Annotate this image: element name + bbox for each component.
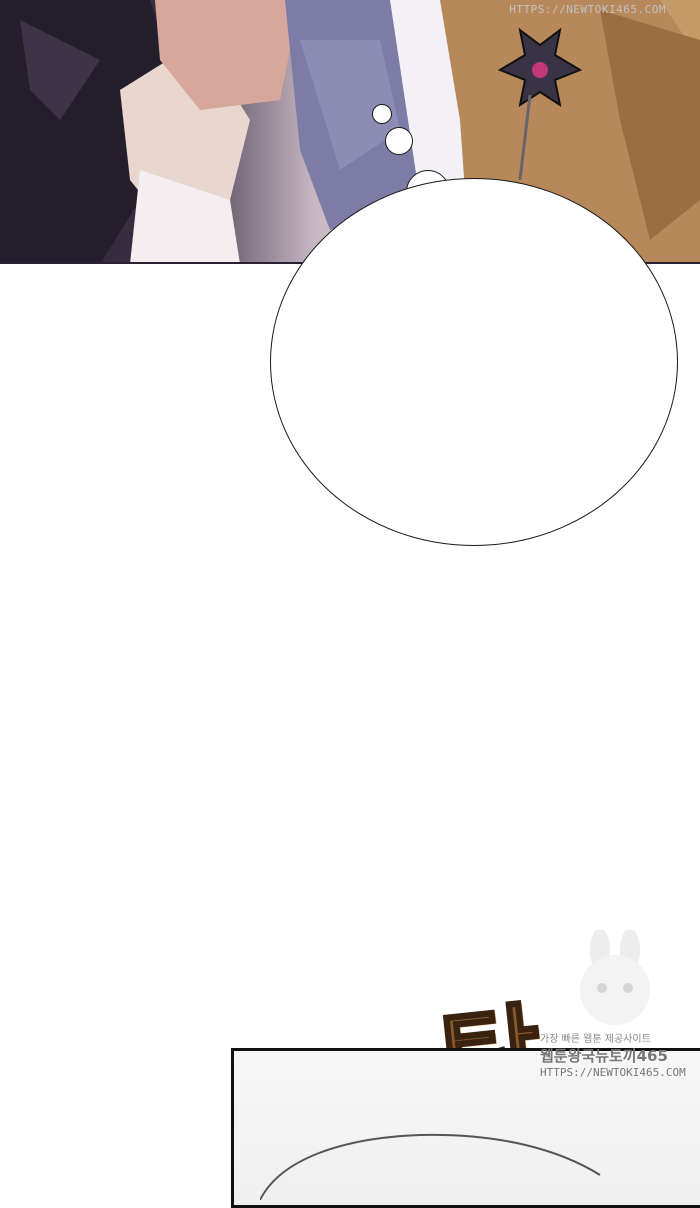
thought-bubble xyxy=(270,178,678,546)
thought-dot xyxy=(385,127,413,155)
watermark-site-name: 웹툰왕국뉴토끼465 xyxy=(540,1047,668,1065)
watermark-tagline: 가장 빠른 웹툰 제공사이트 xyxy=(540,1034,651,1045)
watermark-url: HTTPS://NEWTOKI465.COM xyxy=(540,1066,686,1079)
site-watermark: 가장 빠른 웹툰 제공사이트 웹툰왕국뉴토끼465 HTTPS://NEWTOK… xyxy=(540,1030,686,1079)
thought-dot xyxy=(372,104,392,124)
rabbit-mascot-icon xyxy=(580,930,650,1025)
watermark-url: HTTPS://NEWTOKI465.COM xyxy=(509,3,666,16)
character-head-outline xyxy=(260,1133,601,1200)
